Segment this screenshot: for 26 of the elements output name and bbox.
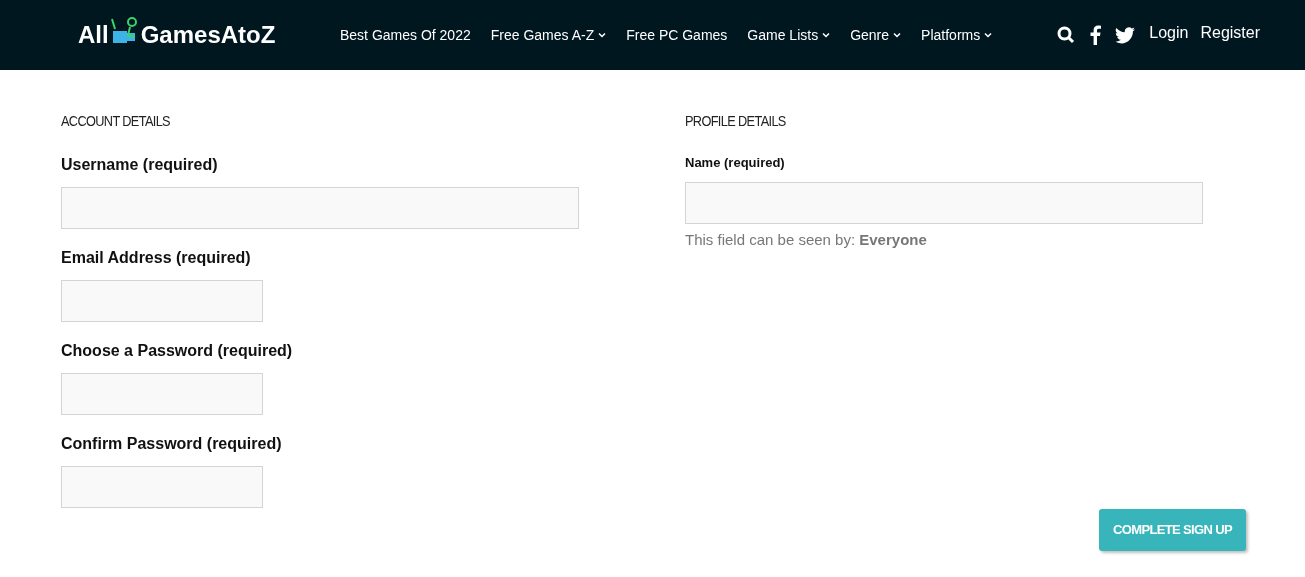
input-field[interactable] <box>61 186 579 229</box>
section-heading: PROFILE DETAILS <box>685 111 787 131</box>
section-heading: ACCOUNT DETAILS <box>61 111 171 131</box>
nav-link[interactable]: Free Games A-Z <box>490 24 607 46</box>
nav-link[interactable]: Best Games Of 2022 <box>340 24 471 46</box>
nav-link[interactable]: Genre <box>850 24 902 46</box>
account-link[interactable]: Register <box>1200 21 1260 45</box>
field-label: Email Address (required) <box>61 247 252 268</box>
field-label: Username (required) <box>61 154 219 175</box>
field-label: Confirm Password (required) <box>61 433 283 454</box>
input-field[interactable] <box>61 372 263 415</box>
field-label: Choose a Password (required) <box>61 340 294 361</box>
field-label: Name (required) <box>685 153 786 172</box>
logo-text[interactable]: GamesAtoZ <box>140 17 276 53</box>
logo-text[interactable]: All <box>78 17 109 53</box>
nav-link[interactable]: Game Lists <box>747 24 831 46</box>
twitter-icon[interactable] <box>1115 26 1136 44</box>
visibility-note: This field can be seen by: Everyone <box>685 230 928 250</box>
nav-link[interactable]: Platforms <box>921 24 993 46</box>
account-link[interactable]: Login <box>1149 21 1189 45</box>
input-field[interactable] <box>61 279 263 322</box>
input-field[interactable] <box>685 182 1203 224</box>
search-icon[interactable] <box>1057 26 1076 44</box>
facebook-icon[interactable] <box>1089 25 1102 45</box>
nav-link[interactable]: Free PC Games <box>626 24 728 46</box>
input-field[interactable] <box>61 465 263 508</box>
